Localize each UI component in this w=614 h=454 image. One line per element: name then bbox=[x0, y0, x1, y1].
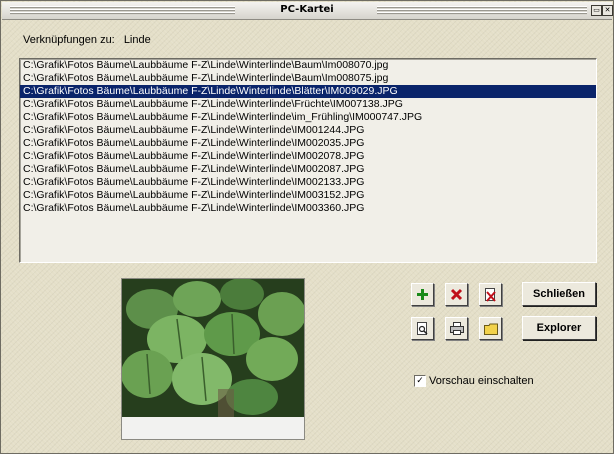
list-item[interactable]: C:\Grafik\Fotos Bäume\Laubbäume F-Z\Lind… bbox=[20, 85, 596, 98]
list-item[interactable]: C:\Grafik\Fotos Bäume\Laubbäume F-Z\Lind… bbox=[20, 98, 596, 111]
add-button[interactable] bbox=[411, 283, 434, 306]
image-preview bbox=[121, 278, 305, 440]
close-button[interactable]: Schließen bbox=[522, 282, 596, 306]
preview-icon bbox=[417, 321, 428, 335]
list-item[interactable]: C:\Grafik\Fotos Bäume\Laubbäume F-Z\Lind… bbox=[20, 176, 596, 189]
file-list[interactable]: C:\Grafik\Fotos Bäume\Laubbäume F-Z\Lind… bbox=[19, 58, 597, 263]
links-label: Verknüpfungen zu: bbox=[23, 34, 115, 46]
list-item[interactable]: C:\Grafik\Fotos Bäume\Laubbäume F-Z\Lind… bbox=[20, 163, 596, 176]
list-item[interactable]: C:\Grafik\Fotos Bäume\Laubbäume F-Z\Lind… bbox=[20, 111, 596, 124]
links-target: Linde bbox=[123, 34, 151, 46]
delete-icon bbox=[450, 288, 463, 301]
list-item[interactable]: C:\Grafik\Fotos Bäume\Laubbäume F-Z\Lind… bbox=[20, 124, 596, 137]
remove-link-icon bbox=[485, 287, 496, 302]
preview-checkbox-label: Vorschau einschalten bbox=[429, 375, 534, 387]
list-item[interactable]: C:\Grafik\Fotos Bäume\Laubbäume F-Z\Lind… bbox=[20, 202, 596, 215]
preview-button[interactable] bbox=[411, 317, 434, 340]
explorer-button[interactable]: Explorer bbox=[522, 316, 596, 340]
preview-checkbox[interactable]: ✓ bbox=[414, 375, 426, 387]
delete-button[interactable] bbox=[445, 283, 468, 306]
collapse-icon[interactable]: ▭ bbox=[591, 5, 602, 16]
folder-icon bbox=[483, 323, 498, 335]
title-bar[interactable]: PC-Kartei ▭ ✕ bbox=[2, 2, 613, 20]
print-icon bbox=[449, 322, 464, 335]
folder-button[interactable] bbox=[479, 317, 502, 340]
remove-link-button[interactable] bbox=[479, 283, 502, 306]
list-item[interactable]: C:\Grafik\Fotos Bäume\Laubbäume F-Z\Lind… bbox=[20, 72, 596, 85]
linden-leaves-image bbox=[122, 279, 304, 417]
pc-kartei-window: PC-Kartei ▭ ✕ Verknüpfungen zu: Linde C:… bbox=[0, 0, 614, 454]
add-icon bbox=[417, 289, 428, 300]
list-item[interactable]: C:\Grafik\Fotos Bäume\Laubbäume F-Z\Lind… bbox=[20, 137, 596, 150]
window-title: PC-Kartei bbox=[280, 4, 334, 15]
print-button[interactable] bbox=[445, 317, 468, 340]
preview-toggle[interactable]: ✓ Vorschau einschalten bbox=[414, 375, 534, 387]
list-item[interactable]: C:\Grafik\Fotos Bäume\Laubbäume F-Z\Lind… bbox=[20, 189, 596, 202]
list-item[interactable]: C:\Grafik\Fotos Bäume\Laubbäume F-Z\Lind… bbox=[20, 59, 596, 72]
links-label-row: Verknüpfungen zu: Linde bbox=[23, 34, 151, 46]
close-icon[interactable]: ✕ bbox=[602, 5, 613, 16]
list-item[interactable]: C:\Grafik\Fotos Bäume\Laubbäume F-Z\Lind… bbox=[20, 150, 596, 163]
